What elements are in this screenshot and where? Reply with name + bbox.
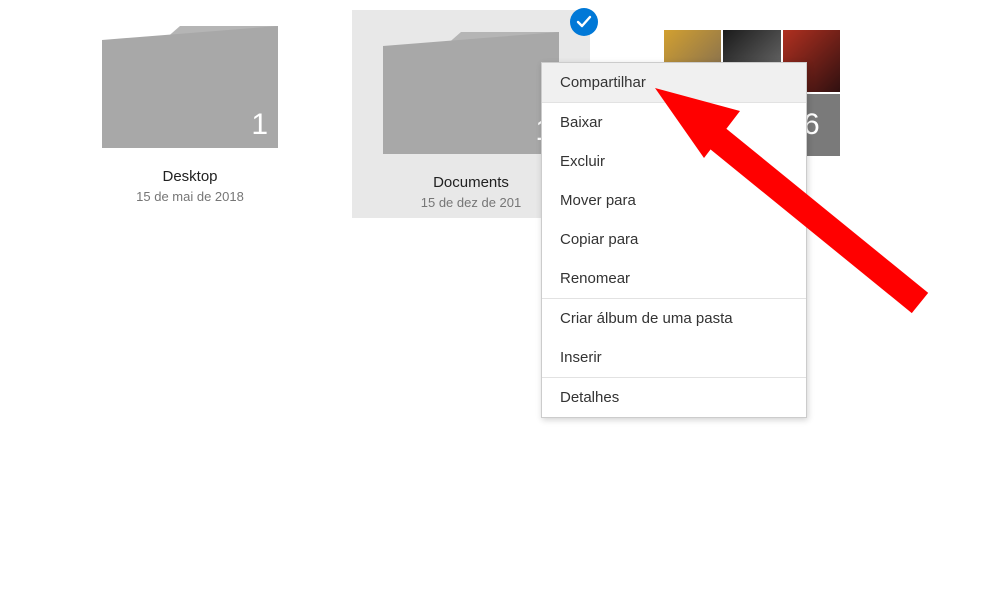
folder-tile-desktop[interactable]: 1 Desktop 15 de mai de 2018 [74, 10, 306, 212]
folder-icon: 1 [74, 10, 306, 160]
selected-check-icon [570, 8, 598, 36]
folder-icon: 1 [0, 454, 22, 604]
context-menu: Compartilhar Baixar Excluir Mover para C… [541, 62, 807, 418]
menu-item-share[interactable]: Compartilhar [542, 63, 806, 102]
folder-date-label: 15 de mai de 2018 [74, 189, 306, 212]
folder-tile[interactable]: 1 [0, 454, 22, 604]
folder-icon: 5 [0, 10, 22, 160]
folder-name-label: Drive [0, 166, 22, 187]
folder-name-label: Desktop [74, 166, 306, 187]
folder-item-count: 1 [251, 108, 268, 142]
folder-tile[interactable]: 0 [0, 280, 22, 430]
menu-item-move-to[interactable]: Mover para [542, 181, 806, 220]
menu-item-download[interactable]: Baixar [542, 103, 806, 142]
folder-glyph-icon [383, 28, 559, 158]
menu-item-create-album[interactable]: Criar álbum de uma pasta [542, 299, 806, 338]
menu-item-details[interactable]: Detalhes [542, 378, 806, 417]
menu-item-delete[interactable]: Excluir [542, 142, 806, 181]
menu-item-embed[interactable]: Inserir [542, 338, 806, 377]
menu-item-rename[interactable]: Renomear [542, 259, 806, 298]
folder-tile[interactable]: 5 Drive 17 [0, 10, 22, 212]
folder-date-label: 17 [0, 189, 22, 212]
folder-icon: 0 [0, 280, 22, 430]
menu-item-copy-to[interactable]: Copiar para [542, 220, 806, 259]
